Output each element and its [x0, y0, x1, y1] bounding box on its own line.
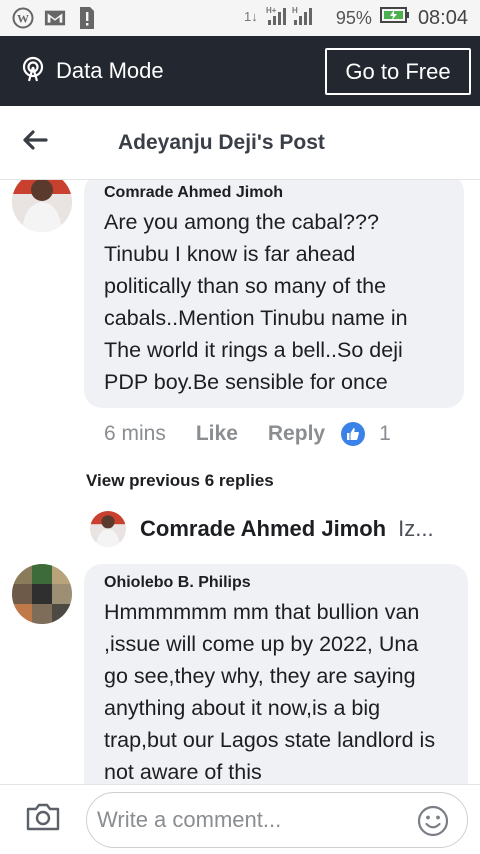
- latest-reply-preview[interactable]: Comrade Ahmed Jimoh Iz...: [90, 510, 480, 548]
- svg-text:W: W: [17, 12, 29, 26]
- signal-icon: 1↓ H+ H: [244, 4, 328, 32]
- reply-author: Comrade Ahmed Jimoh: [140, 516, 387, 541]
- view-previous-replies-link[interactable]: View previous 6 replies: [86, 471, 274, 491]
- facebook-post-screen: W 1↓ H+ H 95% 08:04 Data Mode Go to Free…: [0, 0, 480, 854]
- data-mode-icon: [20, 56, 46, 87]
- data-mode-label: Data Mode: [56, 58, 164, 83]
- gmail-icon: [44, 7, 66, 29]
- camera-button[interactable]: [0, 785, 86, 854]
- battery-percentage: 95%: [335, 7, 372, 28]
- back-arrow-icon: [22, 129, 48, 156]
- avatar[interactable]: [12, 180, 72, 232]
- comment-text: Hmmmmmm mm that bullion van ,issue will …: [104, 600, 436, 784]
- comment-author[interactable]: Comrade Ahmed Jimoh: [104, 184, 444, 202]
- svg-text:H: H: [292, 6, 298, 15]
- avatar: [90, 511, 126, 547]
- like-thumb-icon[interactable]: [341, 422, 366, 446]
- svg-text:1↓: 1↓: [244, 9, 258, 24]
- sim-alert-icon: [76, 7, 98, 29]
- comment-timestamp: 6 mins: [104, 422, 166, 445]
- like-button[interactable]: Like: [196, 422, 238, 446]
- page-title: Adeyanju Deji's Post: [118, 130, 325, 154]
- comment-bubble: Ohiolebo B. Philips Hmmmmmm mm that bull…: [84, 564, 468, 784]
- camera-icon: [25, 802, 61, 837]
- reply-button[interactable]: Reply: [268, 422, 325, 446]
- like-count: 1: [379, 422, 391, 445]
- svg-text:H+: H+: [266, 6, 277, 15]
- post-header: Adeyanju Deji's Post: [0, 106, 480, 180]
- emoji-icon[interactable]: [417, 805, 449, 837]
- comment-text: Are you among the cabal??? Tinubu I know…: [104, 210, 408, 394]
- comment-actions: 6 mins Like Reply 1: [104, 422, 391, 446]
- comment-composer: [0, 784, 480, 854]
- wordpress-icon: W: [12, 7, 34, 29]
- battery-icon: [379, 6, 410, 30]
- clock: 08:04: [417, 6, 468, 29]
- comment-field[interactable]: [86, 792, 468, 848]
- data-mode-banner: Data Mode Go to Free: [0, 36, 480, 106]
- avatar[interactable]: [12, 564, 72, 624]
- go-to-free-button[interactable]: Go to Free: [325, 48, 471, 95]
- back-button[interactable]: [0, 106, 70, 180]
- comment-bubble: Comrade Ahmed Jimoh Are you among the ca…: [84, 180, 464, 408]
- comment-input[interactable]: [97, 801, 407, 839]
- status-bar: W 1↓ H+ H 95% 08:04: [0, 0, 480, 36]
- comments-list: Comrade Ahmed Jimoh Are you among the ca…: [0, 180, 480, 784]
- reply-snippet: Iz...: [398, 516, 434, 541]
- comment-author[interactable]: Ohiolebo B. Philips: [104, 574, 448, 592]
